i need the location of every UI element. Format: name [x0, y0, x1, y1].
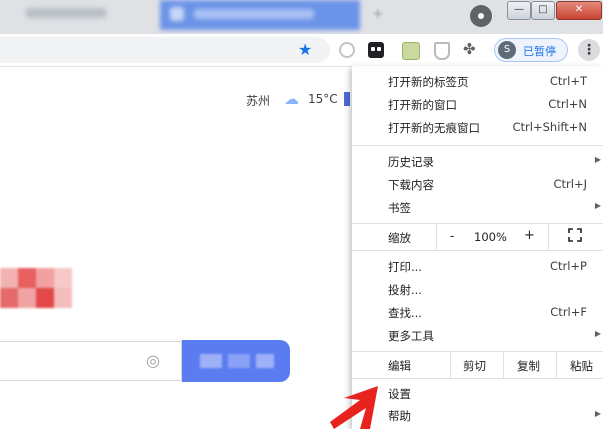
kebab-menu-icon[interactable]: ⋮ — [578, 39, 600, 61]
browser-toolbar: ★ ✤ S 已暂停 ⋮ — [0, 34, 603, 67]
menu-item-new-incognito-window[interactable]: 打开新的无痕窗口 Ctrl+Shift+N — [352, 116, 603, 138]
menu-divider — [548, 224, 549, 250]
close-window-button[interactable]: ✕ — [556, 1, 602, 20]
weather-edge-icon — [344, 92, 350, 106]
menu-zoom-row: 缩放 - 100% + — [352, 224, 603, 250]
menu-item-shortcut: Ctrl+Shift+N — [512, 120, 587, 134]
menu-item-label: 打开新的窗口 — [388, 98, 457, 112]
tab-favicon-icon — [170, 7, 184, 21]
title-bar: + — □ ✕ — [0, 0, 603, 34]
zoom-out-button[interactable]: - — [450, 229, 454, 243]
menu-divider — [436, 224, 437, 250]
cloud-icon: ☁ — [284, 90, 299, 108]
menu-edit-row: 编辑 剪切 复制 粘贴 — [352, 352, 603, 378]
menu-item-shortcut: Ctrl+F — [550, 305, 587, 319]
search-button[interactable] — [182, 340, 290, 382]
menu-item-history[interactable]: 历史记录 ▶ — [352, 150, 603, 172]
zoom-level: 100% — [474, 230, 507, 244]
menu-item-label: 打开新的标签页 — [388, 75, 469, 89]
minimize-button[interactable]: — — [507, 1, 531, 20]
menu-item-downloads[interactable]: 下载内容 Ctrl+J — [352, 173, 603, 195]
submenu-arrow-icon: ▶ — [594, 329, 601, 338]
search-button-label-blurred — [256, 354, 274, 368]
paste-button[interactable]: 粘贴 — [570, 358, 593, 374]
menu-item-label: 更多工具 — [388, 329, 434, 343]
edit-label: 编辑 — [388, 359, 411, 373]
menu-item-new-window[interactable]: 打开新的窗口 Ctrl+N — [352, 93, 603, 115]
address-bar[interactable] — [0, 37, 330, 63]
tab-title-blurred — [194, 9, 314, 19]
menu-item-label: 投射... — [388, 283, 422, 297]
menu-item-bookmarks[interactable]: 书签 ▶ — [352, 196, 603, 218]
search-button-label-blurred — [200, 354, 222, 368]
menu-item-more-tools[interactable]: 更多工具 ▶ — [352, 324, 603, 346]
menu-item-label: 历史记录 — [388, 155, 434, 169]
camera-icon[interactable]: ◎ — [146, 351, 160, 370]
puzzle-icon[interactable]: ✤ — [463, 40, 476, 58]
menu-item-cast[interactable]: 投射... — [352, 278, 603, 300]
menu-item-label: 打印... — [388, 260, 422, 274]
weather-temperature: 15°C — [308, 92, 338, 106]
bookmark-star-icon[interactable]: ★ — [298, 40, 312, 59]
search-button-label-blurred — [228, 354, 250, 368]
menu-item-label: 下载内容 — [388, 178, 434, 192]
menu-item-label: 书签 — [388, 201, 411, 215]
menu-item-label: 打开新的无痕窗口 — [388, 121, 480, 135]
menu-item-label: 设置 — [388, 387, 411, 401]
menu-item-new-tab[interactable]: 打开新的标签页 Ctrl+T — [352, 70, 603, 92]
zoom-label: 缩放 — [388, 231, 411, 245]
menu-item-shortcut: Ctrl+T — [549, 74, 587, 88]
menu-divider — [503, 352, 504, 378]
red-annotation-arrow-icon — [330, 386, 378, 429]
tab-search-icon[interactable] — [470, 5, 492, 27]
profile-paused-button[interactable]: S 已暂停 — [494, 38, 568, 62]
menu-separator — [352, 378, 603, 379]
extension-icon[interactable] — [368, 42, 384, 58]
weather-city: 苏州 — [246, 94, 271, 108]
new-tab-button[interactable]: + — [372, 6, 384, 22]
menu-separator — [352, 145, 603, 146]
maximize-button[interactable]: □ — [531, 1, 555, 20]
submenu-arrow-icon: ▶ — [594, 409, 601, 418]
chrome-main-menu: 打开新的标签页 Ctrl+T 打开新的窗口 Ctrl+N 打开新的无痕窗口 Ct… — [352, 66, 603, 429]
tab-active-blurred[interactable] — [160, 0, 360, 30]
menu-divider — [450, 352, 451, 378]
fullscreen-icon[interactable] — [568, 228, 582, 242]
copy-button[interactable]: 复制 — [517, 358, 540, 374]
submenu-arrow-icon: ▶ — [594, 155, 601, 164]
menu-item-label: 查找... — [388, 306, 422, 320]
menu-separator — [352, 250, 603, 251]
tab-title-blurred — [26, 8, 106, 18]
menu-item-label: 帮助 — [388, 409, 411, 423]
shield-icon[interactable] — [434, 42, 450, 60]
menu-item-print[interactable]: 打印... Ctrl+P — [352, 255, 603, 277]
tab-blurred[interactable] — [0, 0, 150, 30]
menu-divider — [556, 352, 557, 378]
cut-button[interactable]: 剪切 — [463, 358, 486, 374]
menu-item-shortcut: Ctrl+J — [553, 177, 588, 191]
submenu-arrow-icon: ▶ — [594, 201, 601, 210]
menu-item-shortcut: Ctrl+P — [549, 259, 587, 273]
site-logo-blurred — [0, 268, 72, 308]
menu-item-find[interactable]: 查找... Ctrl+F — [352, 301, 603, 323]
extension-icon[interactable] — [402, 42, 420, 60]
avatar: S — [498, 41, 516, 59]
extension-icon[interactable] — [339, 42, 355, 58]
paused-label: 已暂停 — [523, 45, 556, 58]
zoom-in-button[interactable]: + — [524, 228, 535, 243]
menu-item-shortcut: Ctrl+N — [548, 97, 587, 111]
